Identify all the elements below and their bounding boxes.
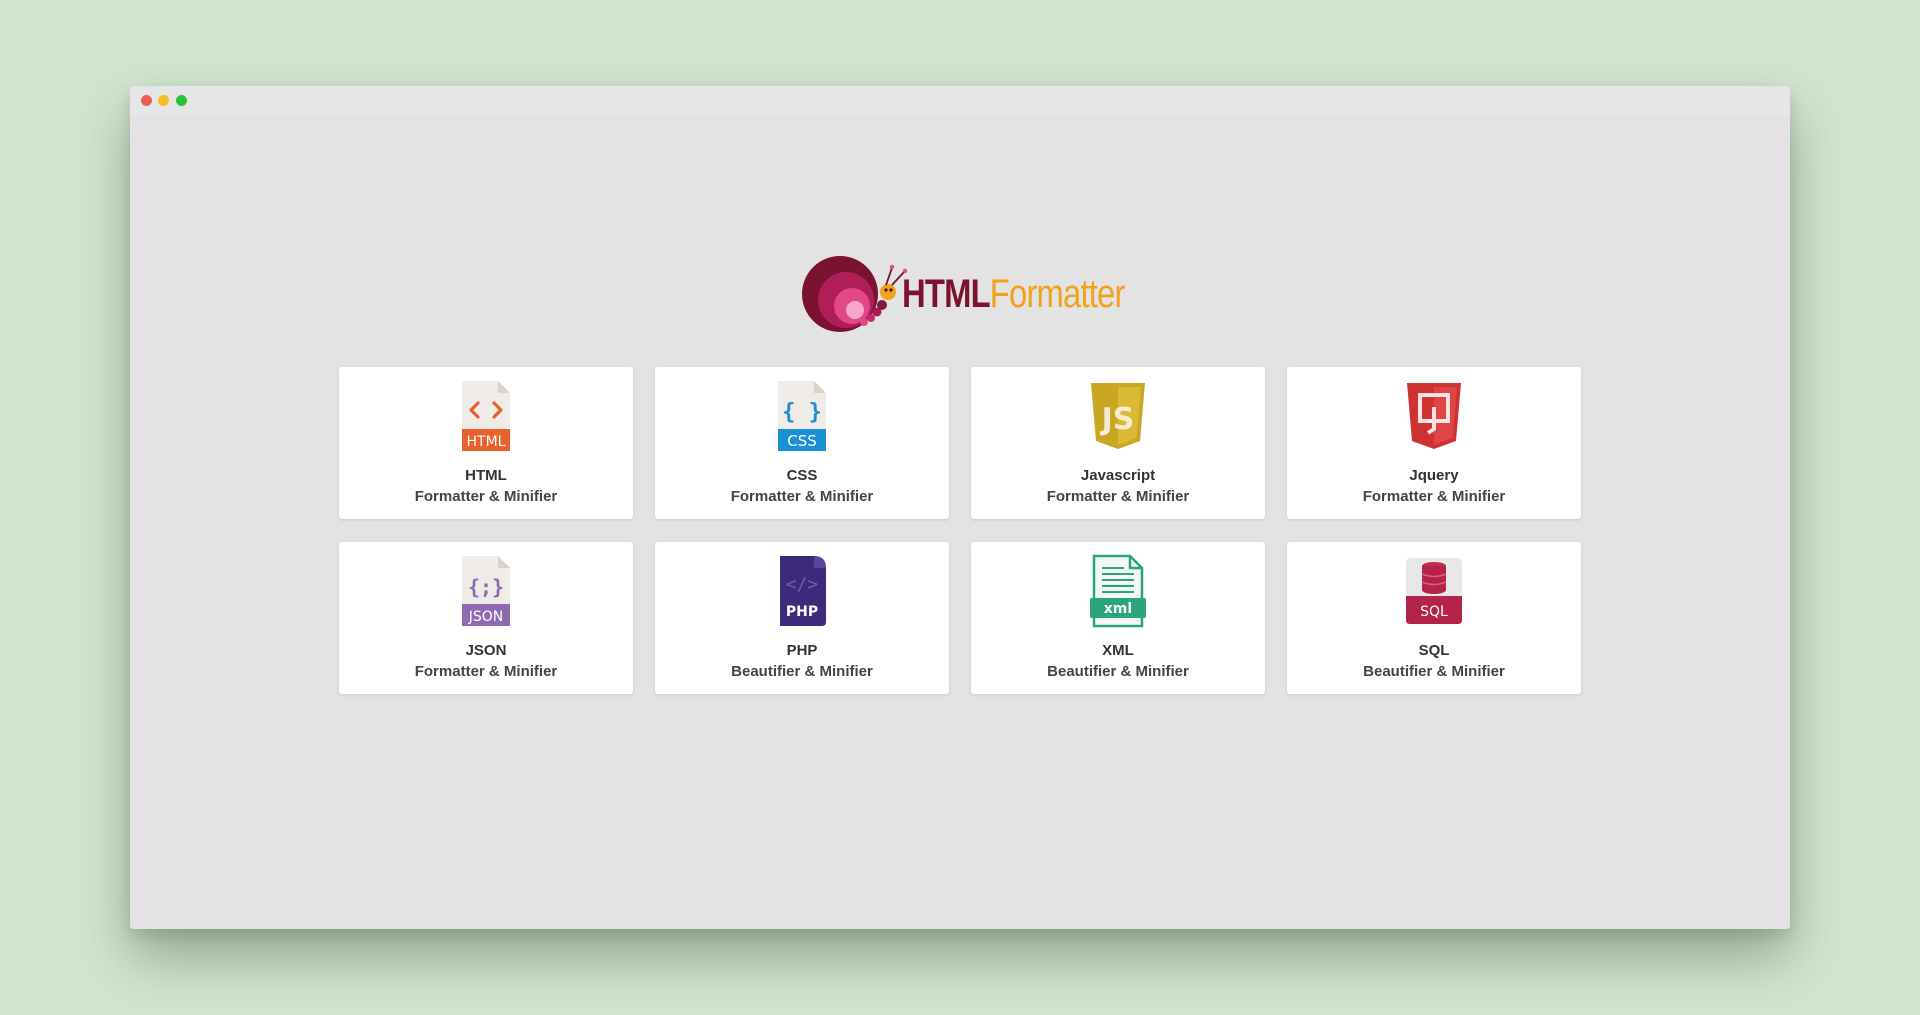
- logo-text-html: HTML: [902, 272, 991, 316]
- svg-text:SQL: SQL: [1420, 604, 1448, 620]
- card-subtitle: Beautifier & Minifier: [731, 663, 873, 680]
- card-title: PHP: [786, 642, 818, 659]
- card-title: SQL: [1418, 642, 1450, 659]
- card-title: Javascript: [1080, 467, 1156, 484]
- tools-grid: HTML HTML Formatter & Minifier { } CSS C…: [339, 367, 1583, 694]
- window-close-button[interactable]: [141, 95, 152, 106]
- window-minimize-button[interactable]: [158, 95, 169, 106]
- card-sql[interactable]: SQL SQL Beautifier & Minifier: [1287, 542, 1581, 694]
- site-logo[interactable]: HTMLFormatter: [802, 250, 1132, 342]
- card-xml[interactable]: xml XML Beautifier & Minifier: [971, 542, 1265, 694]
- card-subtitle: Formatter & Minifier: [1362, 488, 1506, 505]
- svg-text:JS: JS: [1100, 402, 1135, 437]
- logo-text: HTMLFormatter: [902, 272, 1125, 317]
- card-subtitle: Beautifier & Minifier: [1047, 663, 1189, 680]
- card-php[interactable]: </> PHP PHP Beautifier & Minifier: [655, 542, 949, 694]
- svg-text:JSON: JSON: [468, 609, 504, 625]
- svg-text:</>: </>: [786, 574, 819, 595]
- svg-text:xml: xml: [1104, 601, 1132, 617]
- sql-database-icon: SQL: [1400, 554, 1468, 628]
- card-subtitle: Formatter & Minifier: [1046, 488, 1190, 505]
- svg-text:CSS: CSS: [787, 432, 817, 450]
- svg-text:{;}: {;}: [468, 575, 504, 599]
- card-jquery[interactable]: Jquery Formatter & Minifier: [1287, 367, 1581, 519]
- browser-window: HTMLFormatter HTML HTML Formatter & Mini…: [130, 86, 1790, 929]
- xml-file-icon: xml: [1084, 554, 1152, 628]
- window-maximize-button[interactable]: [176, 95, 187, 106]
- window-titlebar: [130, 86, 1790, 116]
- card-subtitle: Formatter & Minifier: [730, 488, 874, 505]
- css-file-icon: { } CSS: [768, 379, 836, 453]
- card-title: XML: [1102, 642, 1134, 659]
- snail-logo-icon: [802, 256, 908, 332]
- card-title: JSON: [465, 642, 507, 659]
- card-json[interactable]: {;} JSON JSON Formatter & Minifier: [339, 542, 633, 694]
- card-subtitle: Beautifier & Minifier: [1363, 663, 1505, 680]
- js-shield-icon: JS: [1084, 379, 1152, 453]
- card-css[interactable]: { } CSS CSS Formatter & Minifier: [655, 367, 949, 519]
- svg-text:HTML: HTML: [467, 434, 506, 450]
- jquery-shield-icon: [1400, 379, 1468, 453]
- card-title: HTML: [465, 467, 507, 484]
- card-subtitle: Formatter & Minifier: [414, 488, 558, 505]
- card-title: CSS: [786, 467, 818, 484]
- card-title: Jquery: [1409, 467, 1459, 484]
- php-file-icon: </> PHP: [768, 554, 836, 628]
- card-subtitle: Formatter & Minifier: [414, 663, 558, 680]
- html-file-icon: HTML: [452, 379, 520, 453]
- logo-text-formatter: Formatter: [989, 272, 1126, 316]
- svg-text:PHP: PHP: [786, 604, 818, 620]
- card-javascript[interactable]: JS Javascript Formatter & Minifier: [971, 367, 1265, 519]
- svg-text:{ }: { }: [782, 400, 822, 425]
- card-html[interactable]: HTML HTML Formatter & Minifier: [339, 367, 633, 519]
- json-file-icon: {;} JSON: [452, 554, 520, 628]
